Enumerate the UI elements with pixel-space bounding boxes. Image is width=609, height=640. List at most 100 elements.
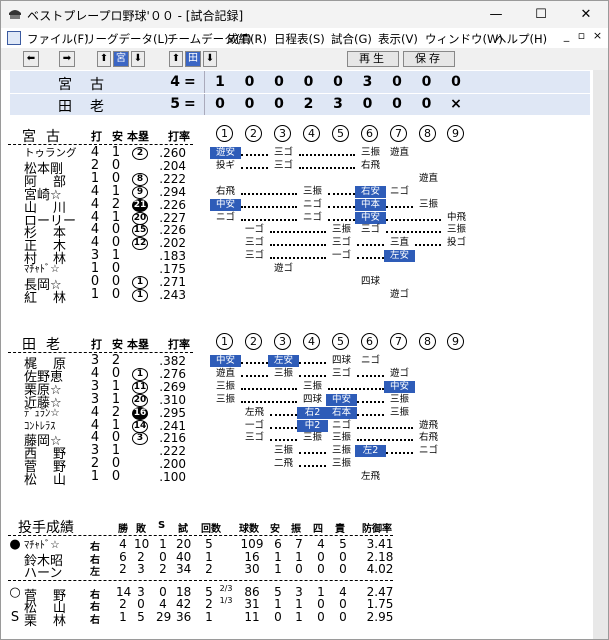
save-button[interactable]: 保存 [403,51,455,67]
at-bat-result: 三振 [302,432,322,444]
pitcher-stat-er: 0 [339,609,347,624]
at-bat-result: ニゴ [302,198,322,210]
at-bat-result: 三ゴ [244,237,264,249]
innings-fraction: 1/3 [219,596,233,605]
menu-view[interactable]: 表示(V) [378,31,418,47]
menu-league-data[interactable]: リーグデータ(L) [84,31,168,47]
batting-average: .271 [159,275,186,289]
at-bat-result: 三ゴ [244,432,264,444]
at-bat-result: 三振 [331,224,351,236]
scoreboard-team-name: 宮古 [58,77,122,93]
pitcher-stat-k: 1 [295,609,303,624]
pitcher-stat-h: 0 [274,609,282,624]
at-bat-result: 遊ゴ [273,263,293,275]
close-button[interactable]: ✕ [564,1,608,28]
player-name[interactable]: 紅林 [24,287,82,306]
pitcher-stat-bp: 30 [244,562,260,576]
pitching-col-header: 試 [178,524,188,535]
scrollbar[interactable] [593,70,608,639]
team-name-header: 田老 [22,337,70,353]
home-run-count: 21 [132,198,148,212]
menu-window[interactable]: ウィンドウ(W) [425,31,503,47]
pitching-col-header: 振 [291,524,301,535]
batting-average: .204 [159,158,186,173]
mdi-close-button[interactable]: × [590,29,605,42]
mdi-restore-button[interactable]: ▫ [574,29,589,42]
batting-average: .294 [159,184,186,199]
dotted-connector [270,426,297,429]
pitcher-stat-g: 34 [176,562,192,576]
team1-up-button[interactable]: ⬆ [97,51,111,67]
col-at-bats-header: 打 [91,130,102,143]
app-icon [9,10,21,19]
at-bat-result: 三振 [302,380,322,392]
pitching-title: 投手成績 [18,520,74,536]
team1-down-button[interactable]: ⬇ [131,51,145,67]
dotted-connector [299,452,326,455]
batting-average: .276 [159,366,186,381]
next-button[interactable]: ➡ [59,51,75,67]
mdi-minimize-button[interactable]: _ [559,29,574,42]
dotted-connector [241,192,297,195]
dotted-connector [241,362,268,364]
at-bat-result: 遊飛 [418,419,438,431]
pitching-col-header: 勝 [118,524,128,535]
document-icon[interactable] [7,31,21,45]
menu-records[interactable]: 成績(R) [227,31,267,47]
menu-schedule[interactable]: 日程表(S) [274,31,325,47]
team1-button[interactable]: 宮 [113,51,129,67]
at-bat-result: 左安 [268,355,299,367]
at-bat-result: 一ゴ [244,419,264,431]
team2-up-button[interactable]: ⬆ [169,51,183,67]
team2-down-button[interactable]: ⬇ [203,51,217,67]
menu-game[interactable]: 試合(G) [331,31,372,47]
divider-line [8,579,393,581]
batting-average: .269 [159,379,186,394]
home-run-count: 16 [132,406,148,420]
at-bat-result: 右本 [326,406,357,419]
inning-label: 5 [332,333,349,350]
dotted-connector [386,231,441,234]
dotted-connector [299,154,355,156]
dotted-connector [241,205,297,208]
minimize-button[interactable]: — [474,1,518,28]
scoreboard-inning-score: 0 [274,96,284,112]
scoreboard: 宮古 4 = 1 0 0 0 0 3 0 0 0 田老 5 = 0 0 0 2 3 0 0 0 × [10,71,590,115]
dotted-connector [357,257,384,260]
at-bat-result: 右飛 [360,159,380,171]
scoreboard-inning-score: 0 [421,74,432,90]
dotted-connector [241,387,297,390]
at-bat-result: 中安 [384,380,415,393]
at-bat-result: 三振 [215,380,235,392]
at-bat-result: 遊ゴ [389,288,409,300]
at-bat-result: 三振 [273,367,293,379]
dotted-connector [415,244,441,247]
col-hits-header: 安 [112,338,123,351]
prev-button[interactable]: ⬅ [23,51,39,67]
at-bat-result: 遊ゴ [389,367,409,379]
menu-help[interactable]: ヘルプ(H) [495,31,547,47]
batting-average: .243 [159,287,186,302]
hits: 0 [111,286,121,302]
at-bat-result: 三振 [273,445,293,457]
at-bat-result: 三振 [389,393,409,405]
batting-average: .241 [159,418,186,433]
at-bat-result: 三ゴ [273,159,293,171]
pitcher-name[interactable]: ハーン [24,562,62,581]
at-bat-result: 一ゴ [331,250,351,262]
player-name[interactable]: 松山 [24,469,82,488]
table-row: S 栗林右 1 5 29 36 1 11 0 1 0 0 2.95 [8,609,593,629]
batting-average: .100 [159,470,186,485]
at-bat-result: 中本 [355,198,386,211]
pitcher-result-mark: S [10,609,20,625]
menu-file[interactable]: ファイル(F) [27,31,89,47]
pitcher-name[interactable]: 栗林 [24,610,82,629]
batting-average: .222 [159,444,186,459]
pitcher-stat-s: 2 [159,562,167,576]
maximize-button[interactable]: ☐ [519,1,563,28]
replay-button[interactable]: 再生 [347,51,399,67]
inning-label: 9 [447,125,464,142]
hits: 0 [111,469,121,485]
team2-button[interactable]: 田 [185,51,201,67]
at-bat-result: 中安 [355,211,386,224]
